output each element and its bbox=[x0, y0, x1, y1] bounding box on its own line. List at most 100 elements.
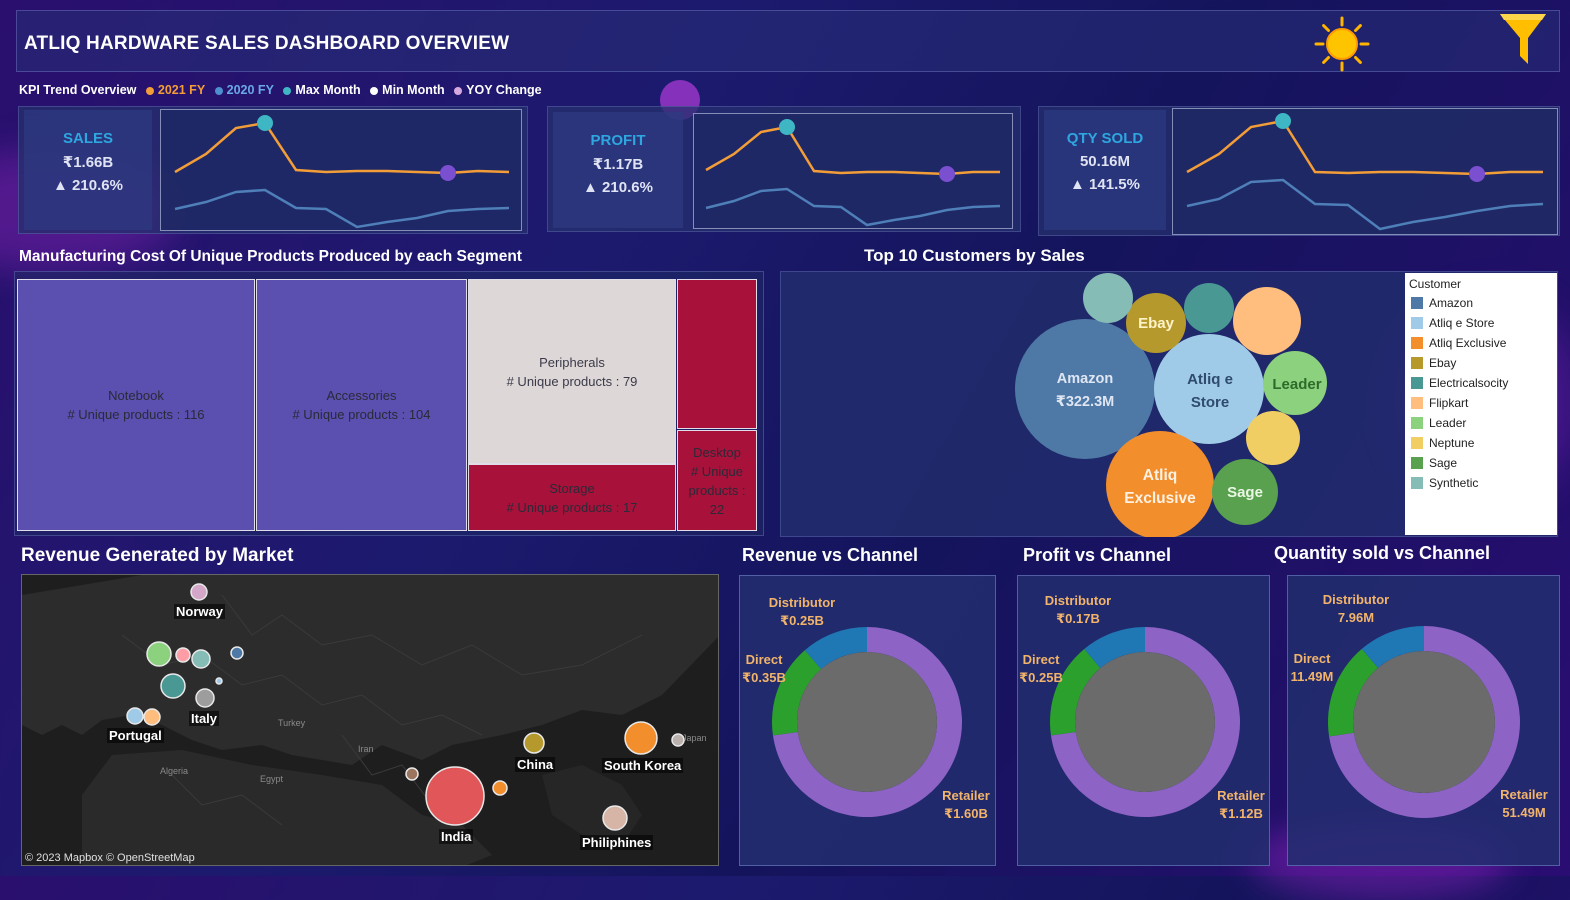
legend-min: Min Month bbox=[368, 83, 445, 97]
bubble-estore-label: Atliq e Store bbox=[1160, 368, 1260, 414]
bubble-electricalsocity[interactable] bbox=[1184, 283, 1234, 333]
kpi-profit-change: ▲ 210.6% bbox=[583, 179, 653, 196]
treemap-unlabeled-block[interactable] bbox=[677, 279, 757, 429]
market-netherlands[interactable] bbox=[175, 647, 191, 663]
customer-legend-swatch bbox=[1411, 437, 1423, 449]
customer-legend-swatch bbox=[1411, 457, 1423, 469]
customer-legend-label: Atliq e Store bbox=[1429, 316, 1495, 330]
treemap-peripherals-name: Peripherals bbox=[539, 354, 605, 370]
kpi-profit-label: PROFIT bbox=[590, 132, 646, 149]
customer-legend-label: Leader bbox=[1429, 416, 1467, 430]
sun-icon[interactable] bbox=[1314, 16, 1370, 72]
market-norway[interactable] bbox=[190, 583, 208, 601]
customer-legend-item[interactable]: Ebay bbox=[1409, 353, 1553, 373]
bubble-flipkart[interactable] bbox=[1233, 287, 1301, 355]
customer-legend-item[interactable]: Electricalsocity bbox=[1409, 373, 1553, 393]
market-uk[interactable] bbox=[146, 641, 172, 667]
kpi-qty-card: QTY SOLD 50.16M ▲ 141.5% bbox=[1044, 110, 1166, 230]
bubble-neptune[interactable] bbox=[1246, 411, 1300, 465]
market-india[interactable] bbox=[425, 766, 485, 826]
qty-trend-chart[interactable] bbox=[1172, 108, 1558, 235]
treemap-notebook[interactable]: Notebook # Unique products : 116 bbox=[17, 279, 255, 531]
revenue-distributor-value: ₹0.25B bbox=[780, 613, 824, 628]
customer-legend-item[interactable]: Atliq Exclusive bbox=[1409, 333, 1553, 353]
kpi-profit-value: ₹1.17B bbox=[592, 156, 644, 173]
treemap-accessories[interactable]: Accessories # Unique products : 104 bbox=[256, 279, 467, 531]
treemap-notebook-count: # Unique products : 116 bbox=[67, 407, 205, 422]
market-germany[interactable] bbox=[191, 649, 211, 669]
customer-legend-swatch bbox=[1411, 477, 1423, 489]
legend-2021-dot bbox=[145, 86, 154, 95]
trend-legend: KPI Trend Overview 2021 FY 2020 FY Max M… bbox=[19, 83, 546, 97]
manufacturing-title: Manufacturing Cost Of Unique Products Pr… bbox=[19, 248, 522, 265]
qty-distributor-name: Distributor bbox=[1322, 592, 1390, 607]
legend-max-label: Max Month bbox=[295, 83, 361, 97]
customer-legend-item[interactable]: Neptune bbox=[1409, 433, 1553, 453]
qty-direct-name: Direct bbox=[1293, 651, 1331, 666]
market-philiphines[interactable] bbox=[602, 805, 628, 831]
kpi-qty-value: 50.16M bbox=[1079, 153, 1131, 170]
profit-distributor-label: Distributor ₹0.17B bbox=[1038, 592, 1118, 628]
legend-min-label: Min Month bbox=[382, 83, 445, 97]
customer-legend-item[interactable]: Sage bbox=[1409, 453, 1553, 473]
bubble-leader-label: Leader bbox=[1272, 376, 1322, 393]
bubble-exclusive-label: Atliq Exclusive bbox=[1110, 464, 1210, 510]
customer-legend-label: Flipkart bbox=[1429, 396, 1469, 410]
customer-legend-label: Neptune bbox=[1429, 436, 1475, 450]
market-france[interactable] bbox=[160, 673, 186, 699]
revenue-channel-panel: Distributor ₹0.25B Direct ₹0.35B Retailer ₹… bbox=[739, 575, 996, 866]
qty-direct-value: 11.49M bbox=[1290, 669, 1334, 684]
customer-legend-label: Electricalsocity bbox=[1429, 376, 1509, 390]
qty-distributor-value: 7.96M bbox=[1337, 610, 1375, 625]
legend-2021: 2021 FY bbox=[144, 83, 205, 97]
customer-legend-label: Synthetic bbox=[1429, 476, 1479, 490]
bubble-amazon-name: Amazon bbox=[1056, 371, 1114, 387]
revenue-retailer-name: Retailer bbox=[942, 788, 990, 803]
market-south-korea[interactable] bbox=[624, 721, 658, 755]
legend-yoy-label: YOY Change bbox=[466, 83, 542, 97]
market-italy[interactable] bbox=[195, 688, 215, 708]
treemap-peripherals[interactable]: Peripherals # Unique products : 79 bbox=[468, 279, 676, 464]
profit-retailer-value: ₹1.12B bbox=[1219, 806, 1263, 821]
legend-yoy: YOY Change bbox=[452, 83, 542, 97]
market-portugal[interactable] bbox=[126, 707, 144, 725]
bubble-amazon-value: ₹322.3M bbox=[1055, 394, 1115, 410]
market-map[interactable]: Turkey Iran Algeria Egypt Japan Norway I… bbox=[21, 574, 719, 866]
treemap-storage[interactable]: Storage # Unique products : 17 bbox=[468, 464, 676, 531]
profit-retailer-label: Retailer ₹1.12B bbox=[1212, 787, 1270, 823]
kpi-profit-card: PROFIT ₹1.17B ▲ 210.6% bbox=[553, 112, 683, 228]
market-spain[interactable] bbox=[143, 708, 161, 726]
treemap-desktop-count: # Unique products : 22 bbox=[688, 463, 746, 517]
profit-direct-name: Direct bbox=[1022, 652, 1060, 667]
customer-legend-swatch bbox=[1411, 317, 1423, 329]
customer-legend-item[interactable]: Atliq e Store bbox=[1409, 313, 1553, 333]
customers-title: Top 10 Customers by Sales bbox=[864, 246, 1085, 265]
market-austria[interactable] bbox=[215, 677, 223, 685]
market-pakistan[interactable] bbox=[405, 767, 419, 781]
treemap-desktop[interactable]: Desktop # Unique products : 22 bbox=[677, 430, 757, 531]
customer-legend-item[interactable]: Leader bbox=[1409, 413, 1553, 433]
profit-direct-label: Direct ₹0.25B bbox=[1018, 651, 1064, 687]
customer-legend-item[interactable]: Flipkart bbox=[1409, 393, 1553, 413]
funnel-filter-icon[interactable] bbox=[1498, 12, 1548, 68]
legend-2020-dot bbox=[214, 86, 223, 95]
customer-legend-item[interactable]: Synthetic bbox=[1409, 473, 1553, 493]
legend-yoy-dot bbox=[454, 86, 463, 95]
customer-legend-swatch bbox=[1411, 337, 1423, 349]
legend-max: Max Month bbox=[281, 83, 361, 97]
sales-trend-chart[interactable] bbox=[160, 109, 522, 231]
market-japan[interactable] bbox=[671, 733, 685, 747]
qty-retailer-value: 51.49M bbox=[1502, 805, 1546, 820]
kpi-sales-label: SALES bbox=[62, 130, 113, 147]
market-china[interactable] bbox=[523, 732, 545, 754]
qty-channel-panel: Distributor 7.96M Direct 11.49M Retailer 51… bbox=[1287, 575, 1560, 866]
customer-legend-item[interactable]: Amazon bbox=[1409, 293, 1553, 313]
revenue-retailer-value: ₹1.60B bbox=[944, 806, 988, 821]
revenue-distributor-name: Distributor bbox=[768, 595, 836, 610]
profit-trend-chart[interactable] bbox=[693, 113, 1013, 229]
kpi-qty-label: QTY SOLD bbox=[1066, 130, 1144, 147]
bubble-amazon-label: Amazon ₹322.3M bbox=[1024, 368, 1146, 414]
market-poland[interactable] bbox=[230, 646, 244, 660]
market-title: Revenue Generated by Market bbox=[21, 545, 294, 566]
market-bangladesh[interactable] bbox=[492, 780, 508, 796]
